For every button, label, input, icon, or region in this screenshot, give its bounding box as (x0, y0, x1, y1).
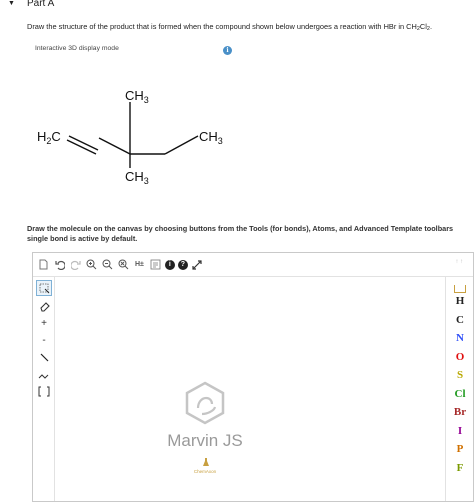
atom-button-f[interactable]: F (446, 462, 474, 474)
marvin-editor: H± i ? ↑ ↑ + - Marvin JS ChemAxon H C N … (32, 252, 474, 502)
atom-button-br[interactable]: Br (446, 406, 474, 418)
fullscreen-icon[interactable] (191, 258, 204, 271)
part-title: Part A (27, 0, 55, 9)
left-ch2-label: H2C (37, 129, 61, 146)
bond-left (98, 137, 131, 155)
collapse-toolbar-icon[interactable]: ↑ ↑ (455, 259, 463, 265)
right-methyl-label: CH3 (199, 129, 223, 146)
atom-button-c[interactable]: C (446, 314, 474, 326)
instructions-line-1: Draw the molecule on the canvas by choos… (27, 224, 454, 233)
drawing-canvas[interactable]: Marvin JS ChemAxon (55, 277, 445, 501)
info-icon[interactable]: i (223, 46, 232, 55)
bottom-methyl-label: CH3 (125, 169, 149, 186)
part-header[interactable]: ▼ Part A (0, 0, 474, 12)
chain-tool-icon[interactable] (36, 366, 52, 382)
bond-right-2 (164, 135, 199, 155)
3d-view-icon[interactable] (149, 258, 162, 271)
atom-button-n[interactable]: N (446, 332, 474, 344)
atom-button-o[interactable]: O (446, 351, 474, 363)
interactive-3d-link[interactable]: Interactive 3D display mode (35, 45, 119, 52)
eraser-icon[interactable] (36, 298, 52, 314)
zoom-fit-icon[interactable] (117, 258, 130, 271)
atom-button-cl[interactable]: Cl (446, 388, 474, 400)
collapse-caret-icon[interactable]: ▼ (8, 0, 15, 7)
question-main: Draw the structure of the product that i… (27, 22, 417, 31)
periodic-table-icon[interactable] (454, 285, 466, 293)
undo-icon[interactable] (53, 258, 66, 271)
help-button[interactable]: ? (177, 259, 188, 270)
new-document-icon[interactable] (37, 258, 50, 271)
molecule-structure: CH3 H2C CH3 CH3 (37, 88, 223, 186)
chemaxon-label: ChemAxon (193, 469, 217, 474)
atom-button-h[interactable]: H (446, 295, 474, 307)
charge-plus-button[interactable]: + (36, 315, 52, 331)
hydrogens-button[interactable]: H± (133, 258, 146, 271)
bracket-tool-icon[interactable] (36, 383, 52, 399)
about-info-button[interactable]: i (164, 259, 175, 270)
zoom-in-icon[interactable] (85, 258, 98, 271)
drawing-instructions: Draw the molecule on the canvas by choos… (27, 224, 474, 244)
atom-button-i[interactable]: I (446, 425, 474, 437)
single-bond-icon[interactable] (36, 349, 52, 365)
marvin-js-brand: Marvin JS (167, 431, 243, 450)
instructions-line-2: single bond is active by default. (27, 234, 138, 243)
tools-toolbar: + - (33, 277, 55, 501)
zoom-out-icon[interactable] (101, 258, 114, 271)
chemaxon-flask-icon (203, 458, 209, 466)
top-toolbar: H± i ? ↑ ↑ (33, 253, 473, 277)
question-end: . (429, 22, 433, 31)
atom-button-s[interactable]: S (446, 369, 474, 381)
question-mid: Cl (419, 22, 427, 31)
question-text: Draw the structure of the product that i… (27, 22, 432, 32)
charge-minus-button[interactable]: - (36, 332, 52, 348)
top-methyl-label: CH3 (125, 88, 149, 105)
rectangle-select-icon[interactable] (36, 280, 52, 296)
atoms-toolbar: H C N O S Cl Br I P F (445, 277, 473, 501)
atom-button-p[interactable]: P (446, 443, 474, 455)
marvin-logo-icon (185, 381, 225, 425)
redo-icon[interactable] (69, 258, 82, 271)
